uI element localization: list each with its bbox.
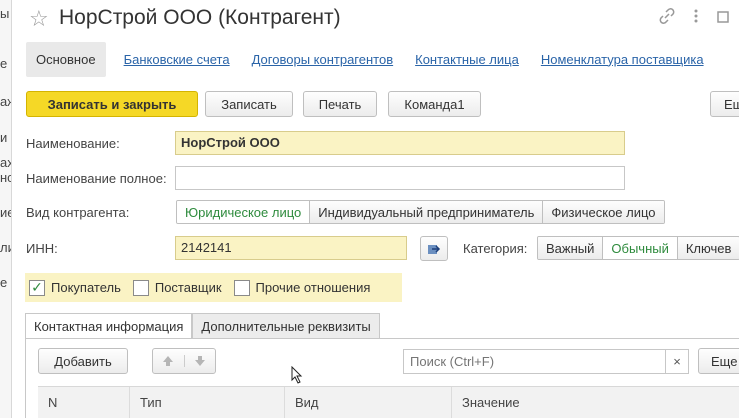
buyer-label: Покупатель	[51, 280, 121, 295]
more-icon[interactable]	[693, 8, 699, 29]
background-window-strip: ы е аж и ах нсы ие ли е	[0, 0, 12, 418]
move-buttons	[152, 348, 216, 374]
print-button[interactable]: Печать	[303, 91, 377, 117]
strip-text: е	[0, 275, 8, 290]
category-selector: Важный Обычный Ключев	[537, 236, 739, 260]
relationship-checkboxes: ✓ Покупатель Поставщик Прочие отношения	[25, 273, 402, 302]
table-more-button[interactable]: Еще	[698, 348, 739, 374]
strip-text: нсы	[0, 170, 11, 185]
strip-text: ли	[0, 240, 11, 255]
form-navigation: Основное Банковские счета Договоры контр…	[26, 40, 726, 78]
category-option-key[interactable]: Ключев	[677, 237, 739, 259]
buyer-checkbox[interactable]: ✓ Покупатель	[29, 279, 121, 296]
strip-text: ие	[0, 205, 11, 220]
favorite-star-icon[interactable]: ☆	[29, 6, 49, 32]
more-button[interactable]: Ещ	[710, 91, 739, 117]
category-label: Категория:	[463, 241, 528, 256]
column-header-type[interactable]: Тип	[130, 387, 285, 418]
column-header-kind[interactable]: Вид	[285, 387, 452, 418]
tab-contact-info[interactable]: Контактная информация	[25, 313, 193, 339]
counterparty-type-selector: Юридическое лицо Индивидуальный предприн…	[176, 200, 665, 224]
move-down-icon[interactable]	[185, 355, 216, 367]
save-button[interactable]: Записать	[205, 91, 293, 117]
table-header: N Тип Вид Значение	[38, 386, 739, 418]
mouse-cursor-icon	[291, 365, 303, 384]
strip-text: аж	[0, 94, 11, 109]
inn-label: ИНН:	[26, 241, 58, 256]
category-option-normal[interactable]: Обычный	[603, 237, 678, 259]
title-actions	[659, 8, 729, 29]
page-title: НорСтрой ООО (Контрагент)	[59, 6, 341, 29]
checkbox-icon	[132, 279, 149, 296]
detail-tabs: Контактная информация Дополнительные рек…	[25, 313, 380, 339]
nav-item-contracts[interactable]: Договоры контрагентов	[252, 52, 394, 67]
type-option-legal-entity[interactable]: Юридическое лицо	[177, 201, 311, 223]
add-button[interactable]: Добавить	[38, 348, 128, 374]
strip-text: ы	[0, 6, 10, 21]
supplier-label: Поставщик	[154, 280, 222, 295]
counterparty-form: ☆ НорСтрой ООО (Контрагент) Основное Бан…	[13, 0, 739, 418]
full-name-field[interactable]	[175, 166, 625, 190]
command1-button[interactable]: Команда1	[388, 91, 481, 117]
counterparty-type-label: Вид контрагента:	[26, 205, 130, 220]
strip-text: ах	[0, 155, 11, 170]
column-header-n[interactable]: N	[38, 387, 130, 418]
type-option-individual[interactable]: Физическое лицо	[543, 201, 664, 223]
type-option-entrepreneur[interactable]: Индивидуальный предприниматель	[310, 201, 544, 223]
tab-additional-attributes[interactable]: Дополнительные реквизиты	[192, 313, 380, 339]
checkbox-checked-icon: ✓	[29, 279, 45, 296]
move-up-icon[interactable]	[153, 355, 185, 367]
nav-item-contacts[interactable]: Контактные лица	[415, 52, 519, 67]
inn-lookup-button[interactable]	[420, 236, 448, 261]
supplier-checkbox[interactable]: Поставщик	[132, 279, 222, 296]
inn-field[interactable]: 2142141	[175, 236, 407, 260]
search-input[interactable]	[403, 349, 673, 374]
clear-search-icon[interactable]: ×	[665, 349, 689, 374]
checkbox-icon	[233, 279, 250, 296]
full-name-label: Наименование полное:	[26, 171, 167, 186]
column-header-value[interactable]: Значение	[452, 387, 739, 418]
nav-item-main[interactable]: Основное	[26, 41, 106, 77]
category-option-important[interactable]: Важный	[538, 237, 604, 259]
strip-text: е	[0, 56, 8, 71]
other-relations-checkbox[interactable]: Прочие отношения	[233, 279, 371, 296]
nav-item-supplier-nomenclature[interactable]: Номенклатура поставщика	[541, 52, 704, 67]
link-icon[interactable]	[659, 8, 675, 29]
name-label: Наименование:	[26, 136, 120, 151]
strip-text: и	[0, 130, 8, 145]
maximize-icon[interactable]	[717, 10, 729, 28]
nav-item-bank-accounts[interactable]: Банковские счета	[124, 52, 230, 67]
name-field[interactable]: НорСтрой ООО	[175, 131, 625, 155]
save-and-close-button[interactable]: Записать и закрыть	[26, 91, 198, 117]
arrow-right-icon	[427, 242, 441, 256]
other-relations-label: Прочие отношения	[255, 280, 371, 295]
